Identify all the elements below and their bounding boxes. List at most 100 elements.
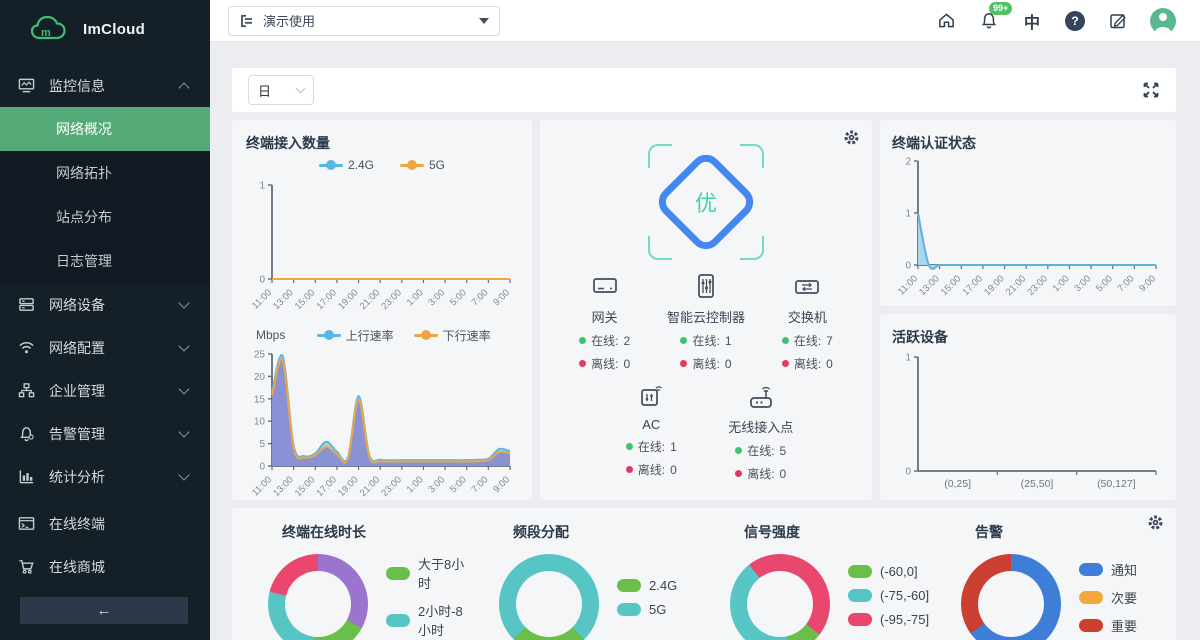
feedback-button[interactable]	[1107, 10, 1129, 32]
offline-dot-icon	[735, 470, 742, 477]
home-button[interactable]	[935, 10, 957, 32]
fullscreen-button[interactable]	[1142, 81, 1160, 104]
svg-text:17:00: 17:00	[314, 287, 339, 312]
terminal-access-chart: 0111:0013:0015:0017:0019:0021:0023:001:0…	[246, 177, 518, 317]
sidebar-item-enterprise[interactable]: 企业管理	[0, 369, 210, 412]
legend-label: 2小时-8小时	[418, 601, 473, 639]
language-button[interactable]: 中	[1021, 10, 1043, 32]
dashboard-toolbar: 日	[232, 68, 1176, 112]
card-title: 终端接入数量	[246, 133, 518, 153]
network-health-card: 优 网关 在线:2 离线:0 智能云控制器 在线:1	[540, 120, 872, 500]
svg-text:1:00: 1:00	[405, 287, 426, 308]
svg-text:3:00: 3:00	[1072, 273, 1093, 294]
active-devices-card: 活跃设备 01(0,25](25,50](50,127]	[880, 314, 1176, 500]
sidebar-submenu: 网络概况 网络拓扑 站点分布 日志管理	[0, 107, 210, 283]
org-selector-value: 演示使用	[263, 11, 479, 30]
gear-icon	[843, 129, 860, 146]
sidebar-item-site-distribution[interactable]: 站点分布	[0, 195, 210, 239]
svg-text:15: 15	[254, 394, 266, 405]
offline-dot-icon	[579, 360, 586, 367]
legend-item[interactable]: 2.4G	[319, 158, 374, 172]
svg-text:10: 10	[254, 417, 266, 428]
legend-swatch	[617, 603, 641, 616]
svg-text:3:00: 3:00	[426, 474, 447, 495]
legend-marker	[319, 164, 343, 167]
terminal-access-legend: 2.4G 5G	[246, 153, 518, 177]
legend-item[interactable]: 5G	[617, 602, 677, 617]
legend-item[interactable]: (-60,0]	[848, 564, 929, 579]
online-dot-icon	[735, 447, 742, 454]
auth-status-chart: 01211:0013:0015:0017:0019:0021:0023:001:…	[892, 153, 1164, 303]
gear-icon	[1147, 514, 1164, 531]
sidebar-item-online-mall[interactable]: 在线商城	[0, 545, 210, 588]
settings-gear-button[interactable]	[1147, 514, 1164, 536]
help-button[interactable]: ?	[1064, 10, 1086, 32]
chevron-down-icon	[296, 84, 306, 94]
legend-item[interactable]: 次要	[1079, 588, 1137, 607]
legend-marker	[414, 334, 438, 337]
sidebar-item-network-overview[interactable]: 网络概况	[0, 107, 210, 151]
legend-item[interactable]: 5G	[400, 158, 445, 172]
legend-label: 大于8小时	[418, 554, 473, 592]
legend-swatch	[617, 579, 641, 592]
card-title: 活跃设备	[892, 327, 1164, 347]
svg-text:17:00: 17:00	[314, 474, 339, 499]
donut-legend: 通知次要重要	[1079, 560, 1137, 640]
svg-text:11:00: 11:00	[250, 287, 274, 311]
sidebar-item-log-management[interactable]: 日志管理	[0, 239, 210, 283]
legend-swatch	[848, 565, 872, 578]
sidebar-item-label: 在线终端	[49, 514, 192, 534]
legend-item[interactable]: 大于8小时	[386, 554, 473, 592]
sidebar-item-network-devices[interactable]: 网络设备	[0, 283, 210, 326]
legend-item[interactable]: 上行速率	[317, 327, 394, 344]
legend-item[interactable]: 下行速率	[414, 327, 491, 344]
online-count: 2	[623, 334, 630, 348]
legend-marker	[317, 334, 341, 337]
y-axis-unit-label: Mbps	[256, 328, 285, 342]
svg-text:9:00: 9:00	[491, 474, 512, 495]
sidebar-item-alarm-management[interactable]: 告警管理	[0, 412, 210, 455]
settings-gear-button[interactable]	[843, 129, 860, 151]
health-grade-text: 优	[648, 144, 764, 260]
wireless-ap-icon	[745, 382, 777, 410]
legend-item[interactable]: 2小时-8小时	[386, 601, 473, 639]
device-status-cloud-controller: 智能云控制器 在线:1 离线:0	[655, 264, 756, 372]
legend-swatch	[386, 614, 410, 627]
sidebar-item-network-config[interactable]: 网络配置	[0, 326, 210, 369]
sidebar-item-statistics[interactable]: 统计分析	[0, 455, 210, 498]
server-icon	[18, 296, 35, 313]
sidebar-item-label: 网络设备	[49, 295, 180, 315]
svg-text:25: 25	[254, 350, 266, 361]
org-selector-dropdown[interactable]: 演示使用	[228, 6, 500, 36]
sidebar-collapse-button[interactable]: ←	[20, 597, 188, 624]
online-duration-donut	[268, 554, 368, 640]
fullscreen-icon	[1142, 81, 1160, 99]
period-selector-dropdown[interactable]: 日	[248, 75, 314, 105]
legend-item[interactable]: 通知	[1079, 560, 1137, 579]
device-name: 无线接入点	[728, 417, 793, 436]
svg-text:9:00: 9:00	[1137, 273, 1158, 294]
sidebar-item-online-terminals[interactable]: 在线终端	[0, 502, 210, 545]
svg-text:1: 1	[905, 353, 911, 364]
svg-text:0: 0	[905, 467, 911, 478]
user-avatar[interactable]	[1150, 8, 1176, 34]
svg-text:11:00: 11:00	[896, 273, 920, 297]
svg-text:23:00: 23:00	[379, 474, 404, 499]
legend-item[interactable]: (-75,-60]	[848, 588, 929, 603]
sidebar-item-network-topology[interactable]: 网络拓扑	[0, 151, 210, 195]
alarm-bell-icon	[18, 425, 35, 442]
legend-label: (-95,-75]	[880, 612, 929, 627]
wifi-icon	[18, 339, 35, 356]
legend-item[interactable]: 重要	[1079, 616, 1137, 635]
online-count: 7	[826, 334, 833, 348]
online-count: 5	[780, 444, 787, 458]
ac-icon	[636, 382, 666, 410]
legend-item[interactable]: 2.4G	[617, 578, 677, 593]
device-status-switch: 交换机 在线:7 离线:0	[757, 264, 858, 372]
legend-item[interactable]: (-95,-75]	[848, 612, 929, 627]
sidebar-item-monitor-info[interactable]: 监控信息	[0, 64, 210, 107]
offline-count: 0	[780, 467, 787, 481]
svg-text:21:00: 21:00	[358, 474, 383, 499]
notifications-button[interactable]: 99+	[978, 10, 1000, 32]
svg-text:0: 0	[259, 275, 265, 286]
